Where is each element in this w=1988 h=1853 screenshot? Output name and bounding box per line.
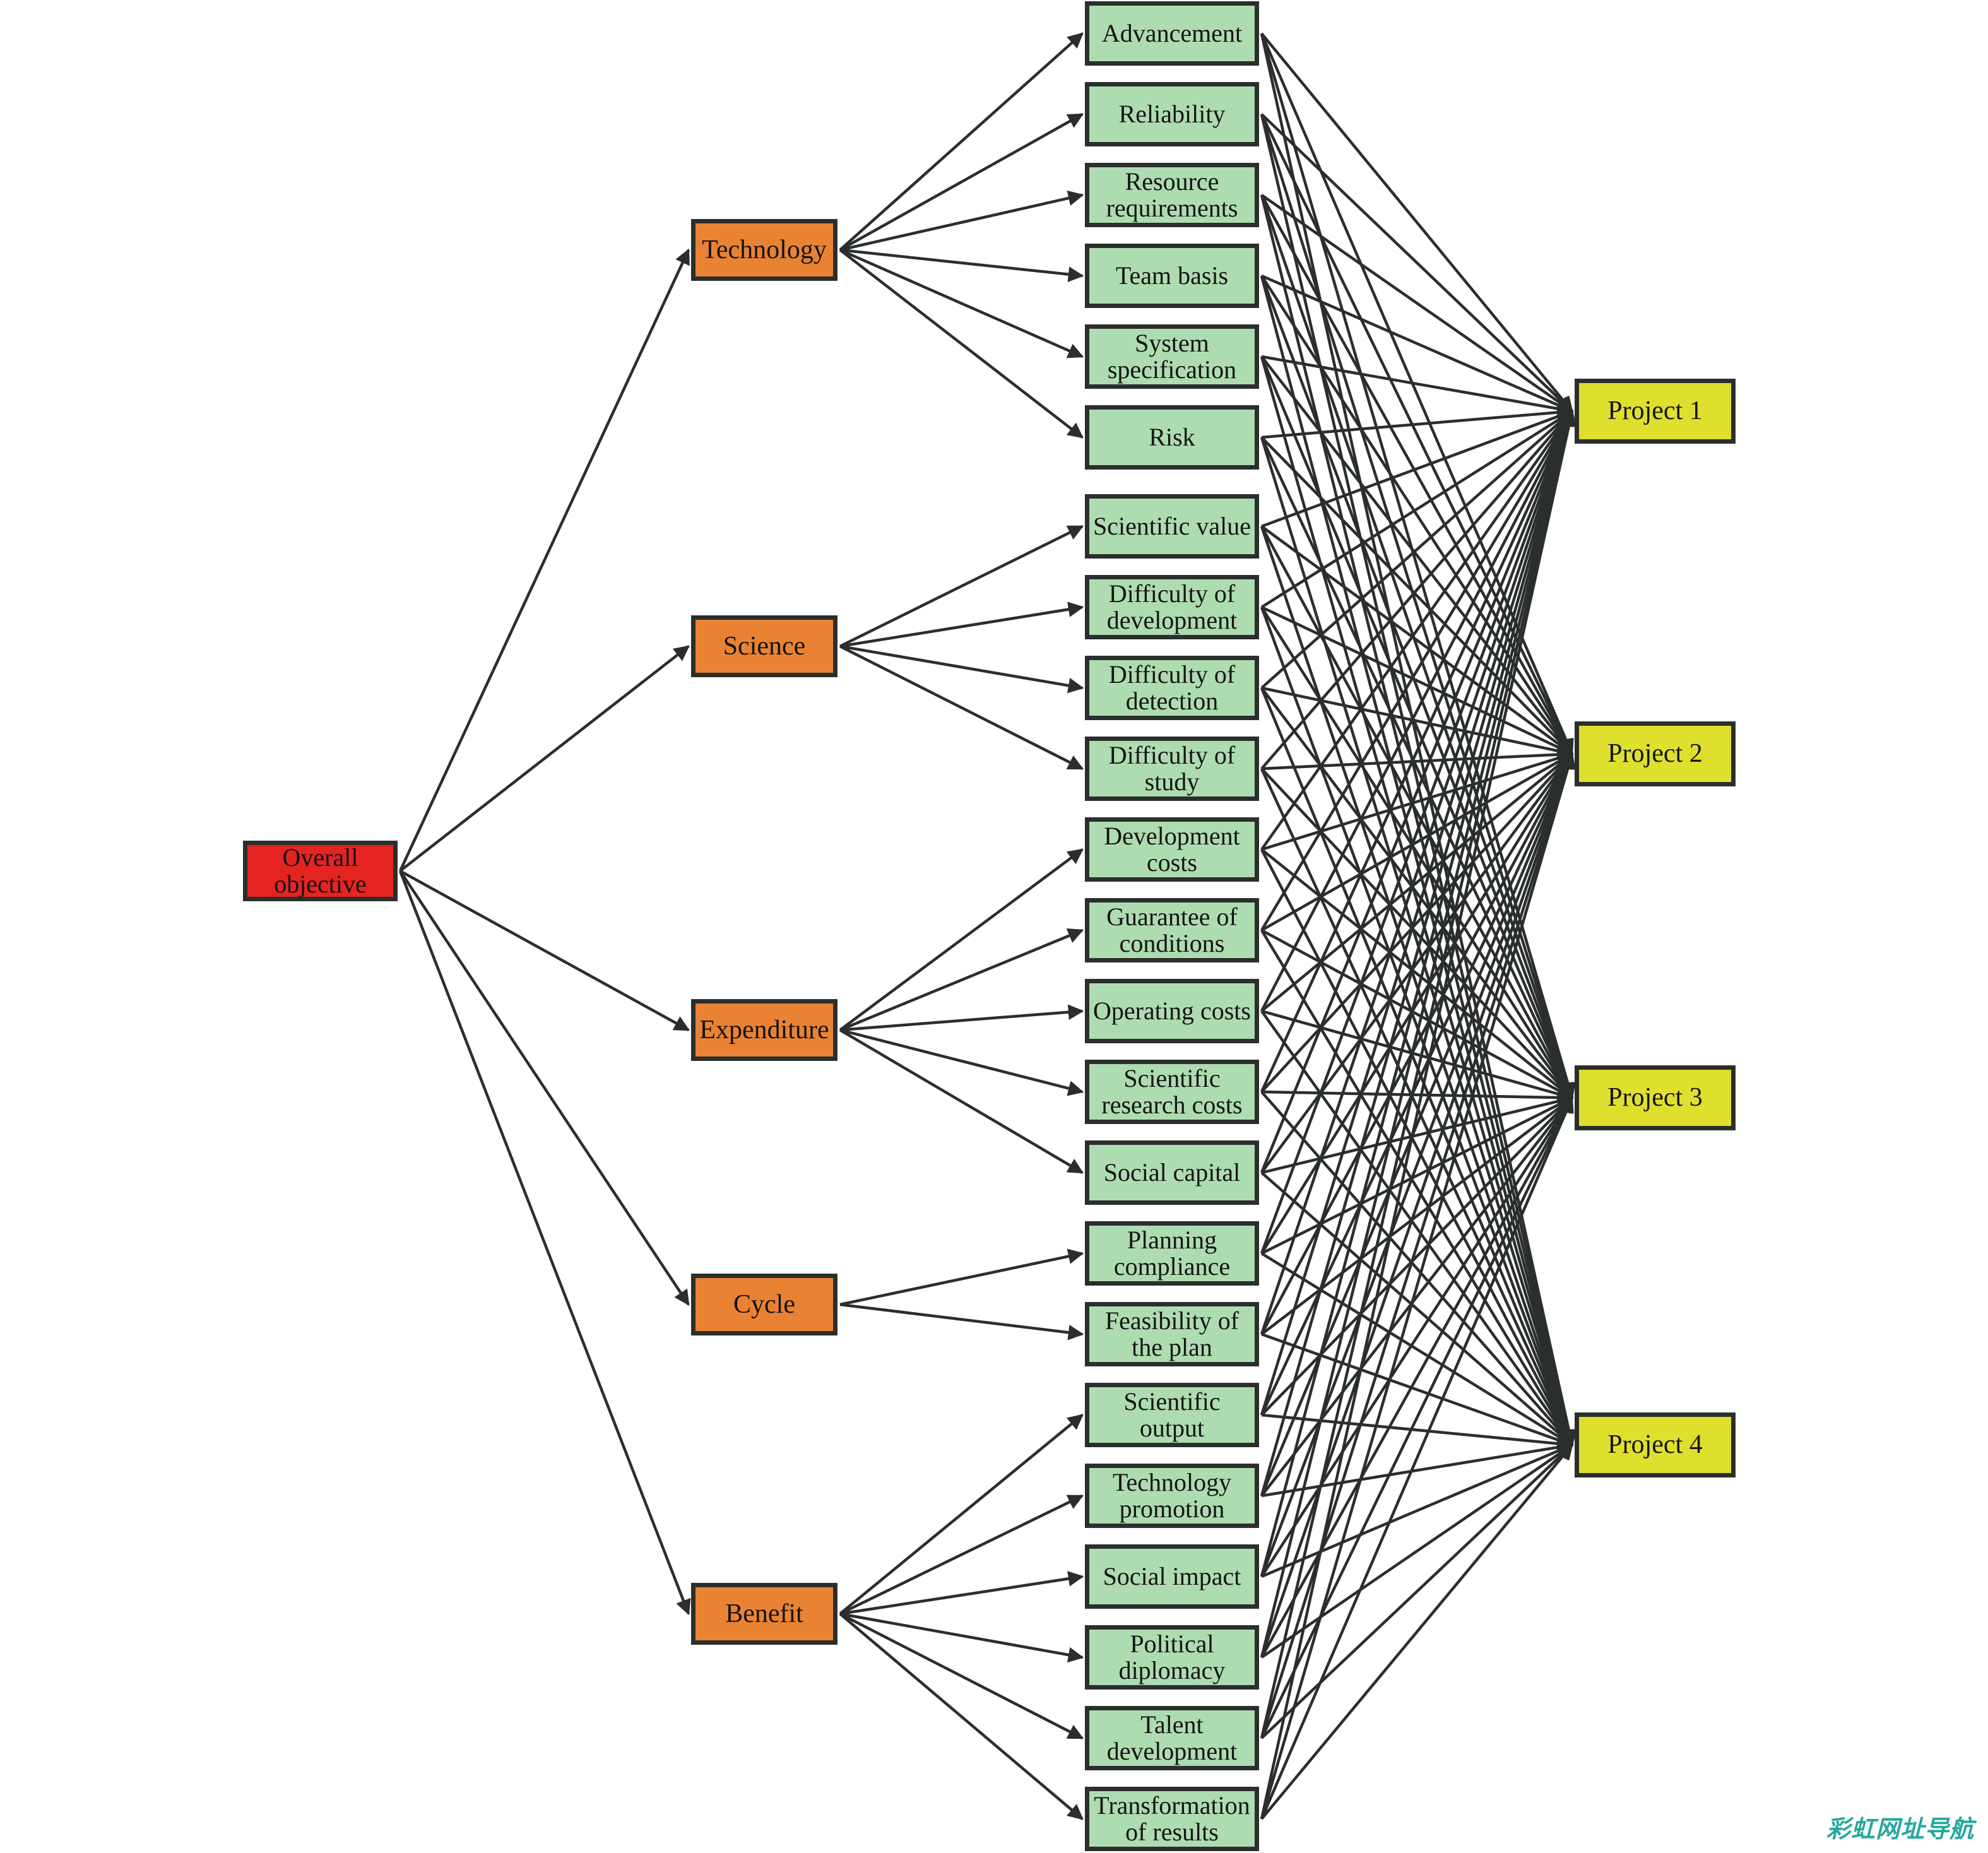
criterion-node-science[interactable]: Science	[691, 615, 837, 677]
node-label: Scientific output	[1123, 1387, 1221, 1442]
edge	[398, 870, 691, 1616]
edge	[839, 1303, 1084, 1341]
edge	[1260, 1443, 1574, 1659]
edge	[839, 248, 1084, 358]
subcriterion-node-transformation-results[interactable]: Transformation of results	[1085, 1787, 1259, 1851]
subcriterion-node-guarantee-conditions[interactable]: Guarantee of conditions	[1085, 898, 1259, 962]
node-label: Project 4	[1607, 1430, 1703, 1460]
edge	[398, 248, 690, 872]
subcriterion-node-difficulty-development[interactable]: Difficulty of development	[1085, 575, 1259, 639]
node-label: Difficulty of development	[1106, 579, 1238, 634]
node-label: Resource requirements	[1106, 167, 1238, 222]
node-label: Guarantee of conditions	[1106, 903, 1238, 957]
subcriterion-node-scientific-value[interactable]: Scientific value	[1085, 494, 1259, 559]
criterion-node-cycle[interactable]: Cycle	[691, 1274, 837, 1335]
node-label: Social impact	[1103, 1562, 1241, 1590]
subcriterion-node-resource-requirements[interactable]: Resource requirements	[1085, 163, 1259, 227]
edge	[839, 644, 1084, 771]
node-label: Project 3	[1607, 1083, 1703, 1113]
node-label: Overall objective	[274, 843, 367, 898]
edge	[839, 848, 1084, 1031]
node-label: Cycle	[733, 1289, 795, 1319]
edge	[399, 870, 690, 1031]
node-label: Operating costs	[1093, 997, 1251, 1025]
node-label: Scientific research costs	[1101, 1064, 1243, 1119]
edge	[839, 32, 1084, 251]
edge	[1260, 32, 1573, 413]
edge	[839, 1613, 1084, 1820]
edge	[839, 1029, 1084, 1174]
node-label: Technology	[702, 235, 827, 264]
node-label: Transformation of results	[1094, 1791, 1250, 1846]
node-label: Team basis	[1115, 261, 1229, 290]
edge	[399, 645, 690, 872]
hierarchy-diagram: Overall objective Technology Science Expend…	[0, 0, 1988, 1853]
subcriterion-node-feasibility-plan[interactable]: Feasibility of the plan	[1085, 1302, 1259, 1366]
edge-layer	[398, 32, 1577, 1820]
node-label: Science	[723, 631, 806, 661]
alternative-node-project-1[interactable]: Project 1	[1575, 379, 1736, 444]
subcriterion-node-advancement[interactable]: Advancement	[1085, 1, 1259, 66]
alternative-node-project-4[interactable]: Project 4	[1575, 1412, 1736, 1477]
subcriterion-node-political-diplomacy[interactable]: Political diplomacy	[1085, 1625, 1259, 1690]
edges-subcriteria-to-alternatives	[1260, 32, 1577, 1820]
edges-goal-to-criteria	[398, 248, 691, 1616]
node-label: Political diplomacy	[1118, 1630, 1226, 1684]
edge	[839, 644, 1084, 694]
edge	[1260, 33, 1577, 1447]
node-label: Expenditure	[699, 1015, 829, 1045]
node-label: Difficulty of study	[1108, 741, 1236, 796]
subcriterion-node-scientific-output[interactable]: Scientific output	[1085, 1383, 1259, 1447]
edge	[839, 524, 1084, 648]
node-label: Development costs	[1104, 822, 1240, 877]
subcriterion-node-reliability[interactable]: Reliability	[1085, 82, 1259, 146]
subcriterion-node-planning-compliance[interactable]: Planning compliance	[1085, 1221, 1259, 1286]
edge	[839, 1028, 1084, 1096]
subcriterion-node-social-impact[interactable]: Social impact	[1085, 1544, 1259, 1609]
goal-node-goal[interactable]: Overall objective	[243, 841, 398, 901]
watermark: 彩虹网址导航	[1826, 1815, 1974, 1843]
subcriterion-node-risk[interactable]: Risk	[1085, 405, 1259, 470]
node-label: Scientific value	[1093, 512, 1251, 540]
edge	[839, 113, 1084, 251]
criterion-node-benefit[interactable]: Benefit	[691, 1583, 837, 1645]
subcriterion-node-difficulty-detection[interactable]: Difficulty of detection	[1085, 656, 1259, 720]
node-label: Social capital	[1103, 1158, 1241, 1187]
edge	[839, 1248, 1084, 1306]
criterion-node-expenditure[interactable]: Expenditure	[691, 999, 837, 1061]
node-label: Technology promotion	[1112, 1468, 1232, 1523]
node-label: Benefit	[725, 1599, 803, 1628]
node-label: Reliability	[1118, 100, 1226, 128]
edge	[839, 249, 1084, 439]
node-label: Project 1	[1607, 396, 1703, 426]
criterion-node-technology[interactable]: Technology	[691, 219, 837, 281]
edge	[839, 190, 1084, 252]
subcriterion-node-technology-promotion[interactable]: Technology promotion	[1085, 1464, 1259, 1528]
subcriterion-node-talent-development[interactable]: Talent development	[1085, 1706, 1259, 1770]
edges-criteria-to-subcriteria	[839, 32, 1084, 1820]
alternative-node-project-2[interactable]: Project 2	[1575, 721, 1736, 786]
subcriterion-node-social-capital[interactable]: Social capital	[1085, 1140, 1259, 1205]
subcriterion-node-operating-costs[interactable]: Operating costs	[1085, 979, 1259, 1043]
subcriterion-node-team-basis[interactable]: Team basis	[1085, 244, 1259, 308]
node-label: Difficulty of detection	[1108, 660, 1236, 715]
node-label: Feasibility of the plan	[1104, 1306, 1240, 1361]
edge	[839, 1612, 1084, 1663]
node-label: Planning compliance	[1113, 1226, 1231, 1281]
node-label: Talent development	[1106, 1710, 1238, 1765]
node-label: System specification	[1107, 329, 1237, 384]
edge	[1260, 1443, 1573, 1820]
edge	[839, 248, 1084, 282]
edge	[1261, 1089, 1574, 1106]
node-label: Advancement	[1101, 19, 1243, 47]
node-label: Risk	[1149, 423, 1195, 451]
edge	[1260, 410, 1577, 1820]
subcriterion-node-difficulty-study[interactable]: Difficulty of study	[1085, 737, 1259, 801]
alternative-node-project-3[interactable]: Project 3	[1575, 1065, 1736, 1130]
subcriterion-node-scientific-research-costs[interactable]: Scientific research costs	[1085, 1060, 1259, 1124]
edge	[839, 1612, 1084, 1740]
subcriterion-node-development-costs[interactable]: Development costs	[1085, 817, 1259, 882]
subcriterion-node-system-specification[interactable]: System specification	[1085, 324, 1259, 389]
node-label: Project 2	[1607, 739, 1703, 769]
